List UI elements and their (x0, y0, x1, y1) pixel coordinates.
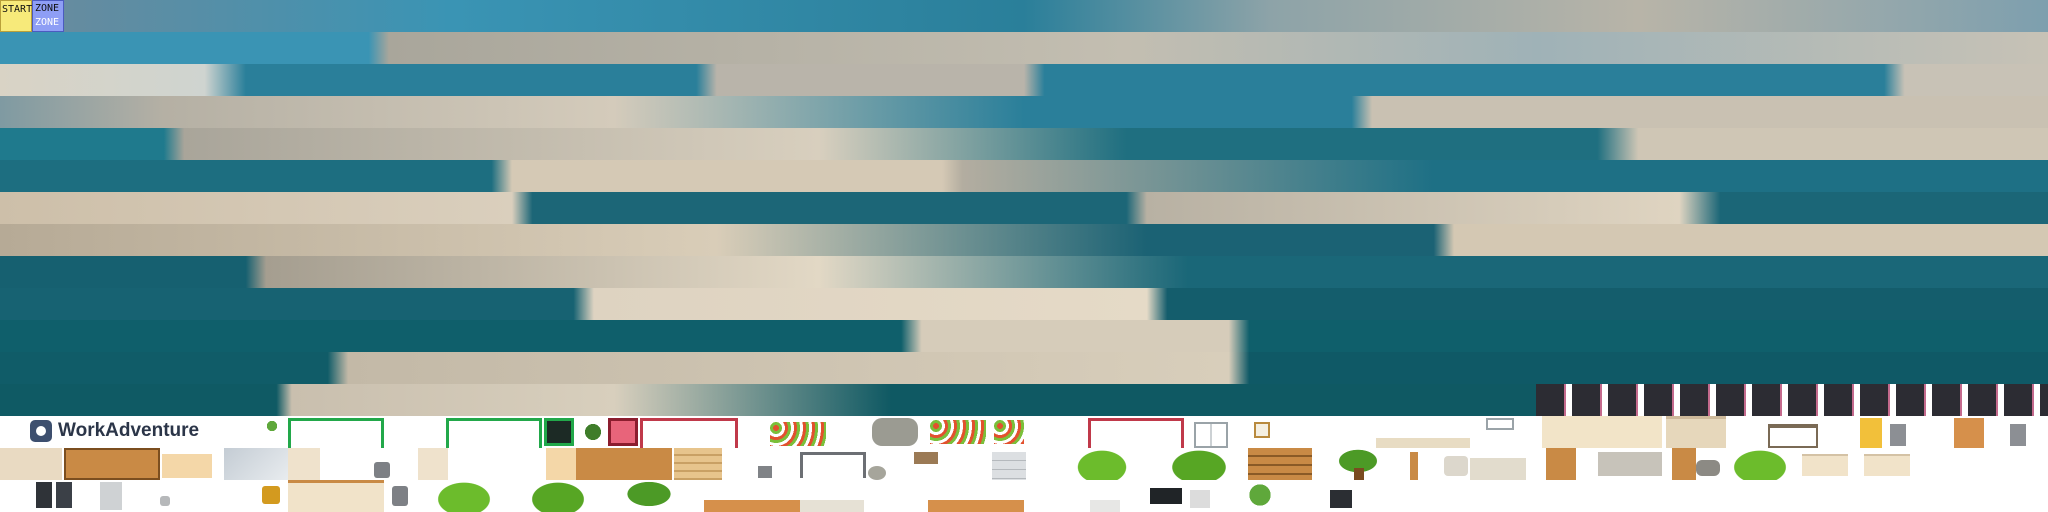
printer-icon (1330, 490, 1352, 508)
monitor-icon (544, 418, 574, 446)
cushion-tile (1444, 456, 1468, 476)
bush-icon (434, 480, 494, 512)
flower-bed-icon (994, 420, 1024, 444)
fridge-icon (100, 482, 122, 510)
clock-icon (1254, 422, 1270, 438)
rock-icon (872, 418, 918, 446)
panorama-row-7 (0, 192, 2048, 224)
crate-tile (1546, 448, 1576, 480)
cabinet-icon (1666, 416, 1726, 448)
panorama-row-4 (0, 96, 2048, 128)
bench-icon (1248, 448, 1312, 480)
plant-icon (1242, 480, 1278, 510)
glass-panel-tile (224, 448, 288, 480)
red-frame-tile (640, 418, 738, 448)
dark-wall-tiles (1536, 384, 2048, 416)
flower-bed-icon (930, 420, 986, 444)
bush-icon (1074, 448, 1130, 480)
green-frame-tile (288, 418, 384, 448)
rock-icon (868, 466, 886, 480)
desk-icon (1768, 424, 1818, 448)
server-rack-icon (36, 482, 52, 508)
window-icon (1194, 422, 1228, 448)
plank-icon (1410, 452, 1418, 480)
counter-tile (704, 500, 800, 512)
table-icon (576, 448, 672, 480)
wall-panel-tile (288, 448, 320, 480)
trash-can-icon (374, 462, 390, 478)
server-rack-icon (56, 482, 72, 508)
shelf-icon (64, 448, 160, 480)
panorama-row-9 (0, 256, 2048, 288)
wood-panel-tile (1954, 418, 1984, 448)
plant-icon (580, 420, 606, 444)
workadventure-logo-icon (30, 420, 52, 442)
flower-bed-icon (770, 422, 826, 446)
counter-tile (1376, 438, 1470, 448)
tileset-sheet: START ZONE ZONE WorkAdventure (0, 0, 2048, 512)
tree-icon (624, 480, 674, 508)
wall-panel-tile (418, 448, 448, 480)
panorama-row-13 (0, 384, 1536, 416)
chair-icon (1890, 424, 1906, 446)
plant-icon (262, 418, 282, 434)
cabinet-icon (1090, 500, 1120, 512)
bush-icon (528, 480, 588, 512)
monitor-icon (1150, 488, 1182, 504)
crate-tile (1672, 448, 1696, 480)
start-label: START (2, 4, 33, 15)
crate-tile (0, 448, 62, 480)
zone-label-bottom: ZONE (35, 17, 60, 28)
cabinet-icon (1190, 490, 1210, 508)
green-frame-tile-2 (446, 418, 542, 448)
cushion-tile (162, 454, 212, 478)
start-marker-icon: START (0, 0, 32, 32)
rock-icon (1696, 460, 1720, 476)
red-frame-tile-2 (1088, 418, 1184, 448)
trash-can-icon (392, 486, 408, 506)
desk-icon (800, 452, 866, 478)
workadventure-logo: WorkAdventure (30, 420, 199, 442)
tree-trunk-icon (1354, 468, 1364, 480)
panorama-row-1 (0, 0, 2048, 32)
window-icon (1486, 418, 1514, 430)
bush-icon (1730, 448, 1790, 480)
workadventure-logo-text: WorkAdventure (58, 420, 200, 441)
stool-icon (758, 466, 772, 478)
bush-icon (1168, 448, 1230, 480)
yellow-cabinet-icon (1860, 418, 1882, 448)
cup-icon (160, 496, 170, 506)
panorama-row-11 (0, 320, 2048, 352)
cabinet-icon (992, 452, 1026, 480)
zone-label-top: ZONE (35, 3, 60, 14)
sofa-icon (1598, 452, 1662, 476)
panorama-row-5 (0, 128, 2048, 160)
cabinet-icon (1802, 454, 1848, 476)
panorama-row-2 (0, 32, 2048, 64)
bookshelf-icon (674, 448, 722, 480)
shelf-icon (288, 480, 384, 512)
panorama-row-12 (0, 352, 2048, 384)
bucket-icon (262, 486, 280, 504)
zone-marker-icon: ZONE ZONE (32, 0, 64, 32)
cabinet-icon (1864, 454, 1910, 476)
counter-tile (800, 500, 864, 512)
counter-tile (928, 500, 1024, 512)
panorama-row-10 (0, 288, 2048, 320)
wall-panel-tile (1542, 416, 1662, 448)
cushion-tile (546, 448, 576, 480)
panorama-row-3 (0, 64, 2048, 96)
sofa-icon (1470, 458, 1526, 480)
panorama-row-6 (0, 160, 2048, 192)
chair-icon (2010, 424, 2026, 446)
panorama-row-8 (0, 224, 2048, 256)
no-entry-icon (608, 418, 638, 446)
chair-icon (914, 452, 938, 464)
